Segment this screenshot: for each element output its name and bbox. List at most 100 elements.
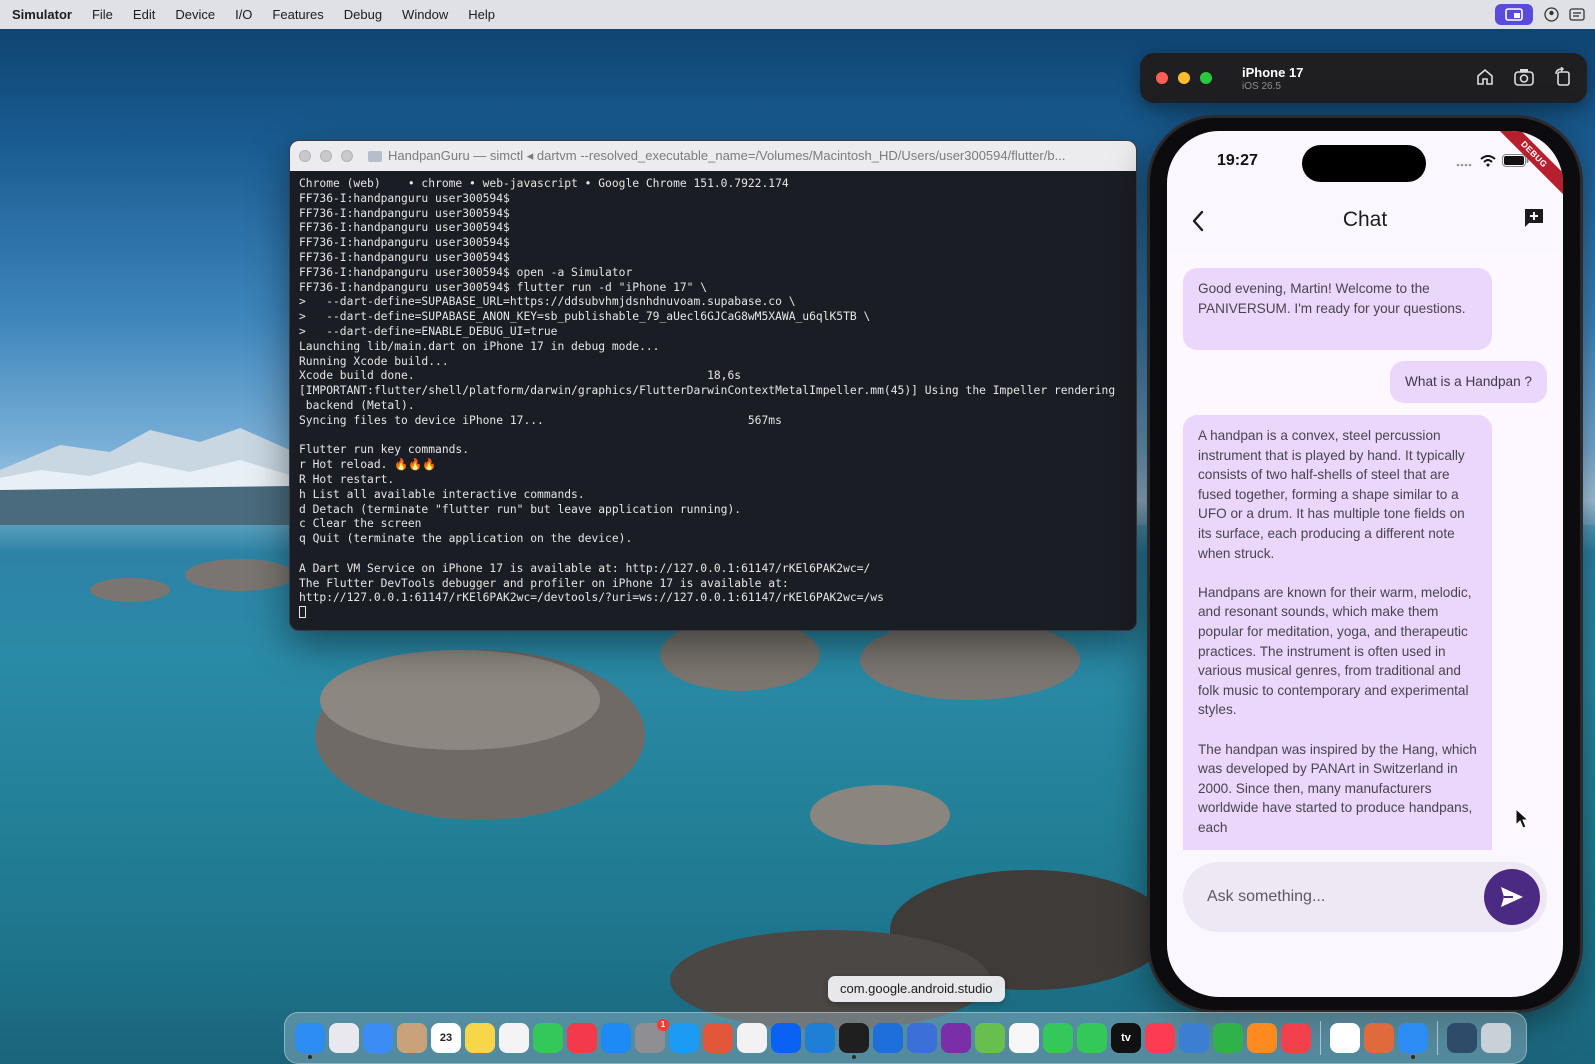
dock-tooltip: com.google.android.studio [828,976,1005,1002]
folder-icon [368,150,382,162]
photos-icon[interactable] [1009,1023,1039,1053]
vscode-icon[interactable] [805,1023,835,1053]
calendar-icon[interactable]: 23 [431,1023,461,1053]
dock: 23 1 tv [284,1012,1527,1064]
zoom-button[interactable] [1200,72,1212,84]
send-icon [1501,887,1523,907]
terminal-line: http://127.0.0.1:61147/rKEl6PAK2wc=/devt… [299,591,884,605]
bot-message: Good evening, Martin! Welcome to the PAN… [1183,268,1492,350]
music-icon[interactable] [1145,1023,1175,1053]
claude-icon[interactable] [1364,1023,1394,1053]
menu-io[interactable]: I/O [235,7,252,22]
downloads-folder-icon[interactable] [1447,1023,1477,1053]
rotate-icon[interactable] [1553,66,1573,92]
system-settings-icon[interactable]: 1 [635,1019,669,1053]
minimize-button[interactable] [1178,72,1190,84]
terminal-icon[interactable] [839,1023,869,1059]
launchpad-icon[interactable] [329,1023,359,1053]
menu-edit[interactable]: Edit [133,7,155,22]
appletv-icon[interactable]: tv [1111,1023,1141,1053]
menu-app-name[interactable]: Simulator [12,7,72,22]
signal-icon [1456,154,1474,172]
mouse-pointer-icon [1515,807,1530,835]
chrome-icon[interactable] [737,1023,767,1053]
safari-icon[interactable] [669,1023,699,1053]
screen-mirroring-icon[interactable] [1495,4,1533,25]
status-bar: 19:27 DEBUG [1167,131,1563,199]
phone-icon[interactable] [1077,1023,1107,1053]
dock-separator [1320,1021,1321,1055]
terminal-line: c Clear the screen [299,517,422,531]
minimize-button[interactable] [320,150,332,162]
notes-icon[interactable] [465,1023,495,1053]
finder-icon[interactable] [295,1023,325,1059]
terminal-line: R Hot restart. [299,472,395,486]
numbers-icon[interactable] [1213,1023,1243,1053]
chat-input-bar [1183,862,1547,932]
menu-features[interactable]: Features [272,7,323,22]
simulator-toolbar[interactable]: iPhone 17 iOS 26.5 [1140,53,1587,103]
terminal-line: [IMPORTANT:flutter/shell/platform/darwin… [299,384,1116,398]
terminal-line: FF736-I:handpanguru user300594$ [299,221,510,235]
terminal-line: r Hot reload. 🔥🔥🔥 [299,458,437,472]
chatgpt-icon[interactable] [1330,1023,1360,1053]
firefox-icon[interactable] [703,1023,733,1053]
instruments-icon[interactable] [907,1023,937,1053]
menu-bar: Simulator File Edit Device I/O Features … [0,0,1595,29]
close-button[interactable] [1156,72,1168,84]
terminal-window[interactable]: HandpanGuru — simctl ◂ dartvm --resolved… [289,140,1137,631]
terminal-line: FF736-I:handpanguru user300594$ [299,206,510,220]
appstore-icon[interactable] [601,1023,631,1053]
text-cursor-icon [299,606,306,619]
terminal-line: A Dart VM Service on iPhone 17 is availa… [299,561,871,575]
rocket-icon[interactable] [1281,1023,1311,1053]
facetime-icon[interactable] [1043,1023,1073,1053]
menu-debug[interactable]: Debug [344,7,382,22]
xcode-icon[interactable] [873,1023,903,1053]
page-title: Chat [1342,208,1388,231]
maps-icon[interactable] [975,1023,1005,1053]
news-icon[interactable] [567,1023,597,1053]
user-account-icon[interactable] [1543,7,1559,23]
control-center-icon[interactable] [1569,7,1585,23]
terminal-prompt[interactable] [299,606,1128,621]
terminal-line: backend (Metal). [299,398,415,412]
zoom-button[interactable] [341,150,353,162]
screenshot-icon[interactable] [1513,67,1535,92]
iphone-screen[interactable]: 19:27 DEBUG Chat Good evening, Martin! W… [1167,131,1563,997]
affinity-icon[interactable] [941,1023,971,1053]
notification-badge: 1 [657,1019,669,1031]
mail-icon[interactable] [363,1023,393,1053]
simulator-icon[interactable] [1398,1023,1428,1059]
trash-icon[interactable] [1481,1023,1511,1053]
android-studio-icon[interactable] [1179,1023,1209,1053]
dock-separator [1437,1021,1438,1055]
messages-icon[interactable] [533,1023,563,1053]
menu-help[interactable]: Help [468,7,495,22]
close-button[interactable] [299,150,311,162]
pages-icon[interactable] [1247,1023,1277,1053]
terminal-output[interactable]: Chrome (web) • chrome • web-javascript •… [290,171,1136,621]
running-indicator [852,1055,856,1059]
chat-input[interactable] [1207,885,1467,909]
send-button[interactable] [1484,869,1540,925]
home-icon[interactable] [1475,67,1495,92]
terminal-title: HandpanGuru — simctl ◂ dartvm --resolved… [388,148,1066,163]
menu-file[interactable]: File [92,7,113,22]
contacts-icon[interactable] [397,1023,427,1053]
terminal-line: q Quit (terminate the application on the… [299,532,633,546]
terminal-line: FF736-I:handpanguru user300594$ [299,236,510,250]
reminders-icon[interactable] [499,1023,529,1053]
terminal-line: Running Xcode build... [299,354,449,368]
menu-device[interactable]: Device [175,7,215,22]
terminal-titlebar[interactable]: HandpanGuru — simctl ◂ dartvm --resolved… [290,141,1136,171]
menu-window[interactable]: Window [402,7,448,22]
bot-message: A handpan is a convex, steel percussion … [1183,415,1492,850]
device-name: iPhone 17 [1242,64,1304,80]
terminal-line: > --dart-define=SUPABASE_URL=https://dds… [299,295,796,309]
dropbox-icon[interactable] [771,1023,801,1053]
new-chat-button[interactable] [1523,207,1547,231]
chat-message-list[interactable]: Good evening, Martin! Welcome to the PAN… [1167,253,1563,850]
